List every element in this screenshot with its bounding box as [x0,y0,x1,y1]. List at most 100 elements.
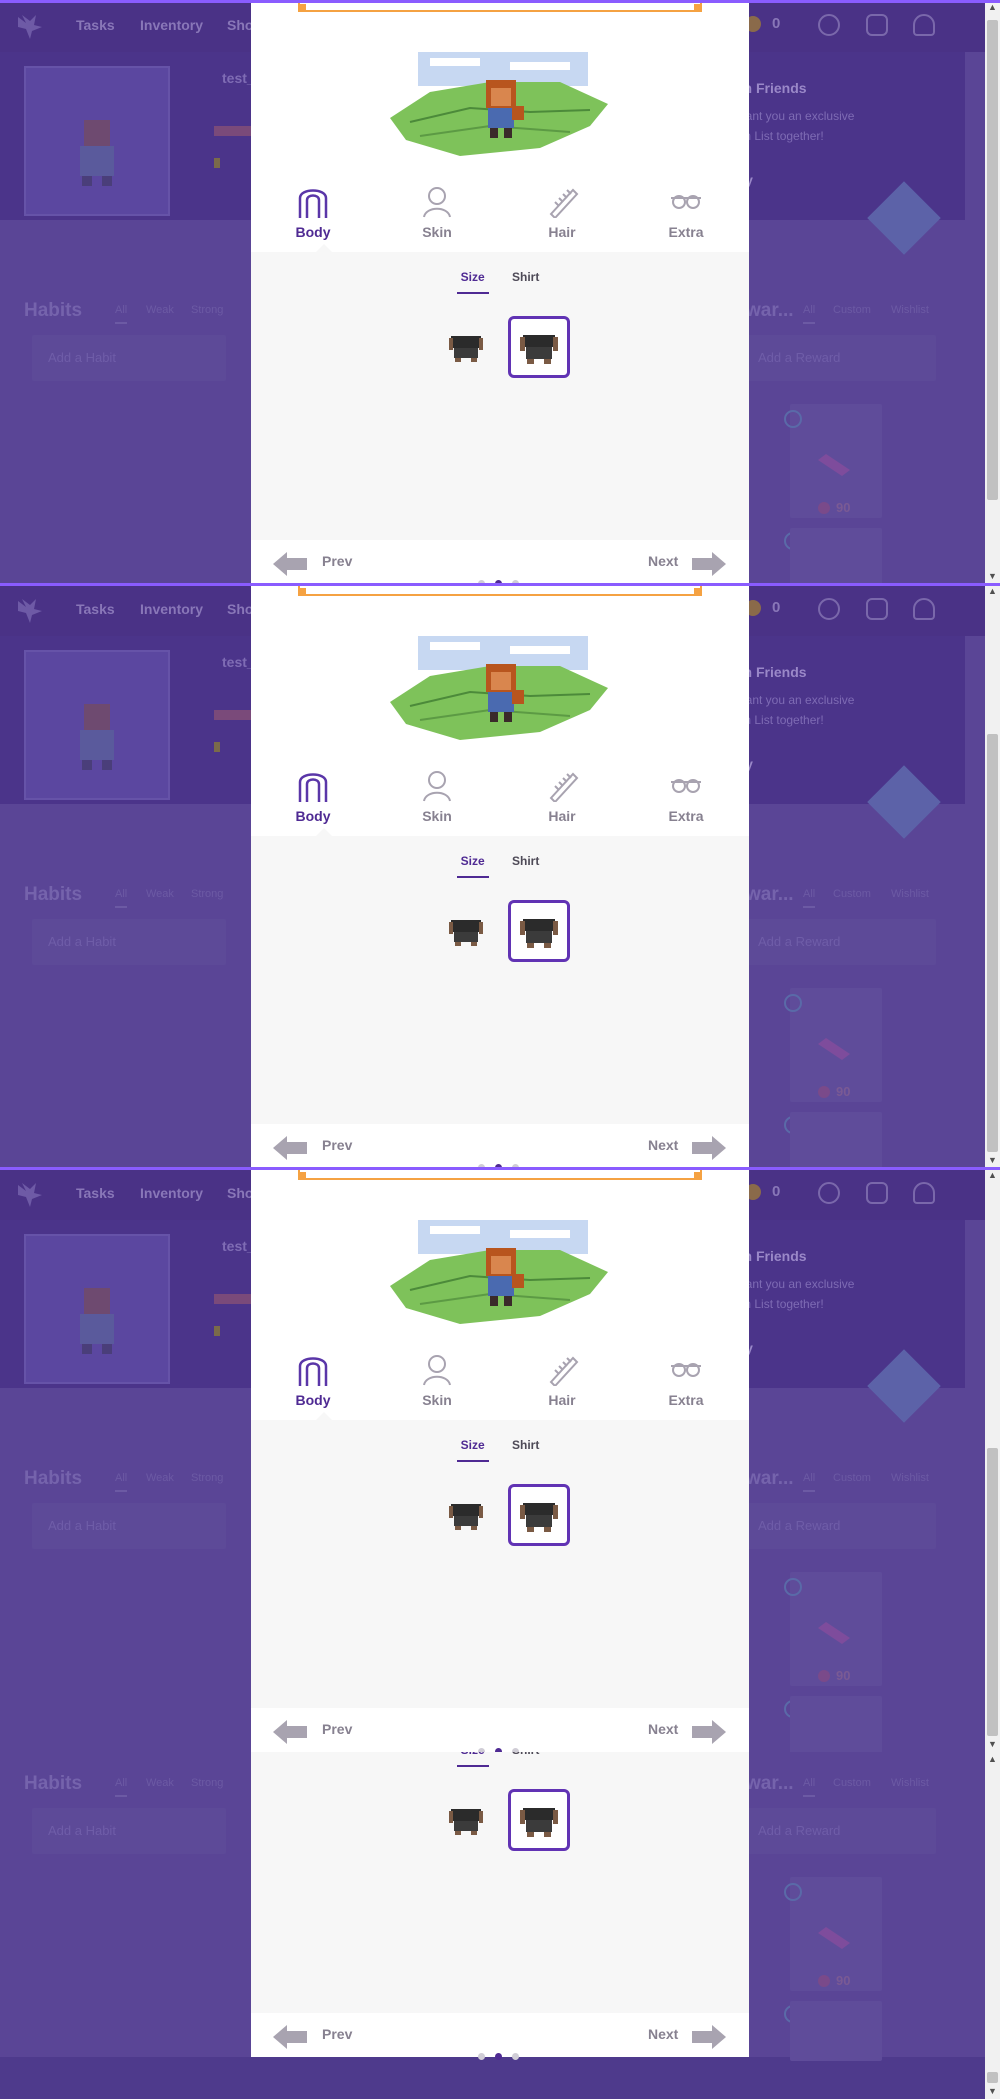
scrollbar[interactable]: ▲ ▼ [985,1168,1000,1752]
gryphon-logo-icon[interactable] [16,597,44,623]
habits-filter-all[interactable]: All [115,1472,128,1492]
reward-card[interactable] [790,1112,882,1168]
nav-inventory[interactable]: Inventory [140,601,203,617]
rewards-filter-wishlist[interactable]: Wishlist [891,1777,929,1789]
category-tab-body[interactable]: Body [273,1352,353,1408]
page-dot[interactable] [495,2053,502,2060]
nav-shops[interactable]: Sho [227,601,253,617]
nav-tasks[interactable]: Tasks [76,601,115,617]
rewards-filter-all[interactable]: All [803,1777,816,1797]
prev-arrow-icon[interactable] [273,1136,307,1165]
habits-filter-all[interactable]: All [115,1777,128,1797]
scroll-up-icon[interactable]: ▲ [985,1168,1000,1183]
category-tab-hair[interactable]: Hair [522,184,602,240]
habits-filter-all[interactable]: All [115,304,128,324]
next-button[interactable]: Next [648,1137,678,1153]
category-tab-body[interactable]: Body [273,184,353,240]
add-reward-input[interactable]: Add a Reward [742,1503,936,1549]
scroll-up-icon[interactable]: ▲ [985,584,1000,599]
scrollbar-thumb[interactable] [987,1448,998,1736]
habits-filter-weak[interactable]: Weak [146,1472,174,1484]
habits-filter-strong[interactable]: Strong [191,1472,223,1484]
gryphon-logo-icon[interactable] [16,1181,44,1207]
scrollbar[interactable]: ▲ ▼ [985,0,1000,584]
body-size-slim-option[interactable] [435,1484,497,1546]
subtab-size[interactable]: Size [456,854,489,878]
category-tab-hair[interactable]: Hair [522,1352,602,1408]
nav-inventory[interactable]: Inventory [140,1185,203,1201]
add-habit-input[interactable]: Add a Habit [32,1503,226,1549]
page-dot[interactable] [478,2053,485,2060]
habits-filter-all[interactable]: All [115,888,128,908]
add-reward-input[interactable]: Add a Reward [742,1808,936,1854]
user-menu-icon[interactable] [913,1182,935,1204]
rewards-filter-custom[interactable]: Custom [833,1472,871,1484]
habits-filter-weak[interactable]: Weak [146,888,174,900]
nav-tasks[interactable]: Tasks [76,17,115,33]
rewards-filter-all[interactable]: All [803,304,816,324]
rewards-filter-wishlist[interactable]: Wishlist [891,888,929,900]
reward-card[interactable]: 90 [790,404,882,518]
habits-filter-strong[interactable]: Strong [191,1777,223,1789]
user-menu-icon[interactable] [913,14,935,36]
scrollbar[interactable]: ▲ ▼ [985,1752,1000,2099]
add-reward-input[interactable]: Add a Reward [742,919,936,965]
body-size-broad-option[interactable] [508,1484,570,1546]
category-tab-hair[interactable]: Hair [522,768,602,824]
prev-button[interactable]: Prev [322,553,352,569]
add-habit-input[interactable]: Add a Habit [32,1808,226,1854]
reward-buy-icon[interactable] [784,1883,802,1901]
habits-filter-weak[interactable]: Weak [146,1777,174,1789]
reward-buy-icon[interactable] [784,994,802,1012]
scroll-down-icon[interactable]: ▼ [985,2084,1000,2099]
rewards-filter-custom[interactable]: Custom [833,1777,871,1789]
scroll-down-icon[interactable]: ▼ [985,1737,1000,1752]
nav-inventory[interactable]: Inventory [140,17,203,33]
prev-arrow-icon[interactable] [273,2025,307,2054]
sync-icon[interactable] [818,1182,840,1204]
category-tab-body[interactable]: Body [273,768,353,824]
user-menu-icon[interactable] [913,598,935,620]
body-size-broad-option[interactable] [508,900,570,962]
prev-arrow-icon[interactable] [273,1720,307,1749]
habits-filter-strong[interactable]: Strong [191,304,223,316]
scrollbar-thumb[interactable] [987,2072,998,2083]
category-tab-skin[interactable]: Skin [397,1352,477,1408]
body-size-broad-option[interactable] [508,1789,570,1851]
sync-icon[interactable] [818,14,840,36]
scroll-up-icon[interactable]: ▲ [985,1752,1000,1767]
subtab-shirt[interactable]: Shirt [508,854,543,876]
habits-filter-weak[interactable]: Weak [146,304,174,316]
category-tab-extra[interactable]: Extra [646,768,726,824]
category-tab-skin[interactable]: Skin [397,768,477,824]
rewards-filter-custom[interactable]: Custom [833,304,871,316]
reward-card[interactable]: 90 [790,1877,882,1991]
subtab-size[interactable]: Size [456,1752,489,1767]
reward-buy-icon[interactable] [784,410,802,428]
nav-tasks[interactable]: Tasks [76,1185,115,1201]
body-size-slim-option[interactable] [435,900,497,962]
nav-shops[interactable]: Sho [227,17,253,33]
subtab-size[interactable]: Size [456,1438,489,1462]
notifications-icon[interactable] [866,14,888,36]
scroll-down-icon[interactable]: ▼ [985,569,1000,584]
category-tab-extra[interactable]: Extra [646,184,726,240]
rewards-filter-all[interactable]: All [803,1472,816,1492]
subtab-shirt[interactable]: Shirt [508,270,543,292]
body-size-slim-option[interactable] [435,316,497,378]
reward-card[interactable] [790,1696,882,1752]
reward-card[interactable] [790,528,882,584]
next-button[interactable]: Next [648,1721,678,1737]
prev-button[interactable]: Prev [322,2026,352,2042]
add-reward-input[interactable]: Add a Reward [742,335,936,381]
reward-card[interactable]: 90 [790,1572,882,1686]
scrollbar-thumb[interactable] [987,20,998,500]
category-tab-skin[interactable]: Skin [397,184,477,240]
body-size-broad-option[interactable] [508,316,570,378]
scroll-down-icon[interactable]: ▼ [985,1153,1000,1168]
notifications-icon[interactable] [866,598,888,620]
next-arrow-icon[interactable] [692,552,726,581]
prev-arrow-icon[interactable] [273,552,307,581]
prev-button[interactable]: Prev [322,1721,352,1737]
habits-filter-strong[interactable]: Strong [191,888,223,900]
